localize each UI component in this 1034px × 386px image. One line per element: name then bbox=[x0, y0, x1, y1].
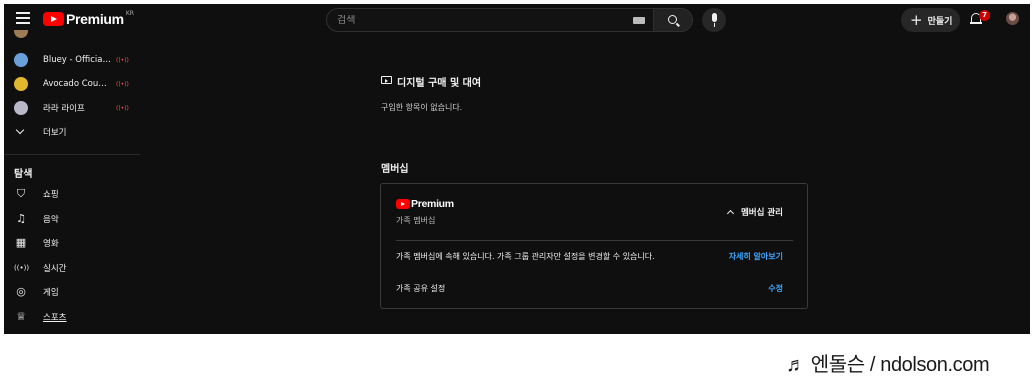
purchase-icon bbox=[381, 76, 392, 84]
sidebar-item-label: 게임 bbox=[43, 288, 59, 298]
watermark: ♬ 엔돌슨 / ndolson.com bbox=[786, 354, 990, 376]
manage-membership-button[interactable]: 멤버십 관리 bbox=[726, 206, 783, 218]
logo-text: Premium bbox=[66, 11, 124, 27]
search-button[interactable] bbox=[654, 8, 693, 32]
channel-name: Bluey - Official C... bbox=[43, 55, 111, 65]
notification-count-badge: 7 bbox=[979, 10, 990, 21]
youtube-play-icon bbox=[43, 12, 64, 26]
menu-icon[interactable] bbox=[16, 12, 30, 24]
channel-avatar bbox=[14, 101, 28, 115]
bell-base bbox=[970, 22, 982, 24]
sidebar-item-live[interactable]: ((•)) 실시간 bbox=[4, 256, 140, 280]
membership-card: Premium 가족 멤버십 멤버십 관리 가족 멤버십에 속해 있습니다. 가… bbox=[380, 183, 808, 309]
membership-section-title: 멤버십 bbox=[381, 164, 409, 175]
sidebar-item-courses[interactable]: ◇학습 프로그램 bbox=[4, 329, 140, 334]
sidebar-item-shopping-bag[interactable]: ⛉ 쇼핑 bbox=[4, 182, 140, 206]
keyboard-icon[interactable] bbox=[633, 17, 645, 24]
plus-icon: + bbox=[910, 10, 923, 29]
family-sharing-settings-label: 가족 공유 설정 bbox=[396, 284, 446, 293]
explore-section-title: 탐색 bbox=[14, 169, 33, 180]
live-indicator-icon: ((•)) bbox=[116, 56, 129, 64]
chevron-down-icon bbox=[15, 125, 25, 135]
manage-membership-label: 멤버십 관리 bbox=[740, 208, 783, 218]
live-indicator-icon: ((•)) bbox=[116, 80, 129, 88]
show-more-label: 더보기 bbox=[43, 128, 67, 138]
top-bar: Premium KR + 만들기 7 bbox=[4, 4, 1030, 34]
youtube-play-icon bbox=[396, 199, 410, 209]
logo-region-code: KR bbox=[125, 9, 134, 17]
channel-name: Avocado Couple ... bbox=[43, 79, 111, 89]
channel-avatar bbox=[14, 77, 28, 91]
edit-link[interactable]: 수정 bbox=[768, 283, 783, 294]
create-button-label: 만들기 bbox=[927, 16, 953, 27]
trophy-icon: ♕ bbox=[16, 309, 26, 323]
premium-brand-text: Premium bbox=[411, 198, 454, 210]
sidebar-item-label: 쇼핑 bbox=[43, 190, 59, 200]
sidebar-item-trophy[interactable]: ♕ 스포츠 bbox=[4, 305, 140, 329]
sidebar-item-music-note[interactable]: ♫ 음악 bbox=[4, 207, 140, 231]
music-note-icon: ♫ bbox=[16, 211, 26, 225]
shopping-bag-icon: ⛉ bbox=[16, 187, 26, 200]
sidebar-item-gaming[interactable]: ◎ 게임 bbox=[4, 280, 140, 304]
learn-more-link[interactable]: 자세히 알아보기 bbox=[729, 251, 783, 262]
channel-name: 라라 라이프 bbox=[43, 104, 85, 114]
voice-search-button[interactable] bbox=[702, 8, 726, 32]
account-avatar[interactable] bbox=[1006, 12, 1019, 25]
sidebar: Bluey - Official C... ((•)) Avocado Coup… bbox=[4, 30, 140, 334]
main-content: 디지털 구매 및 대여 구입한 항목이 없습니다. 멤버십 Premium 가족… bbox=[140, 34, 1030, 334]
live-icon: ((•)) bbox=[14, 263, 30, 272]
search-icon bbox=[668, 15, 677, 24]
movie-icon: ▦ bbox=[15, 236, 27, 249]
show-more-button[interactable]: 더보기 bbox=[4, 120, 140, 144]
subscription-item[interactable]: Avocado Couple ... ((•)) bbox=[4, 72, 140, 96]
microphone-stand bbox=[713, 23, 715, 27]
chevron-up-icon bbox=[726, 209, 734, 218]
microphone-icon bbox=[711, 13, 717, 22]
sidebar-item-label: 음악 bbox=[43, 214, 59, 225]
create-button[interactable]: + 만들기 bbox=[901, 8, 960, 32]
search-box bbox=[326, 8, 654, 32]
subscription-item[interactable]: Bluey - Official C... ((•)) bbox=[4, 48, 140, 72]
sidebar-divider bbox=[4, 154, 140, 155]
sidebar-item-label: 영화 bbox=[43, 239, 59, 249]
subscription-item[interactable]: 라라 라이프 ((•)) bbox=[4, 96, 140, 120]
sidebar-item-movie[interactable]: ▦ 영화 bbox=[4, 231, 140, 255]
channel-avatar bbox=[14, 53, 28, 67]
search-input[interactable] bbox=[327, 14, 617, 26]
gaming-icon: ◎ bbox=[16, 285, 26, 298]
sidebar-item-label: 실시간 bbox=[43, 263, 67, 274]
membership-plan: 가족 멤버십 bbox=[396, 216, 436, 225]
live-indicator-icon: ((•)) bbox=[116, 104, 129, 112]
purchases-empty-message: 구입한 항목이 없습니다. bbox=[381, 103, 463, 112]
premium-logo: Premium bbox=[396, 198, 454, 210]
channel-avatar[interactable] bbox=[14, 30, 28, 38]
youtube-premium-logo[interactable]: Premium KR bbox=[43, 10, 134, 28]
youtube-app-window: Premium KR + 만들기 7 Bluey - Official bbox=[4, 4, 1030, 334]
sidebar-item-label: 스포츠 bbox=[43, 312, 67, 323]
purchases-section-title: 디지털 구매 및 대여 bbox=[397, 78, 482, 89]
family-membership-message: 가족 멤버십에 속해 있습니다. 가족 그룹 관리자만 설정을 변경할 수 있습… bbox=[396, 252, 655, 261]
card-divider bbox=[396, 240, 793, 241]
